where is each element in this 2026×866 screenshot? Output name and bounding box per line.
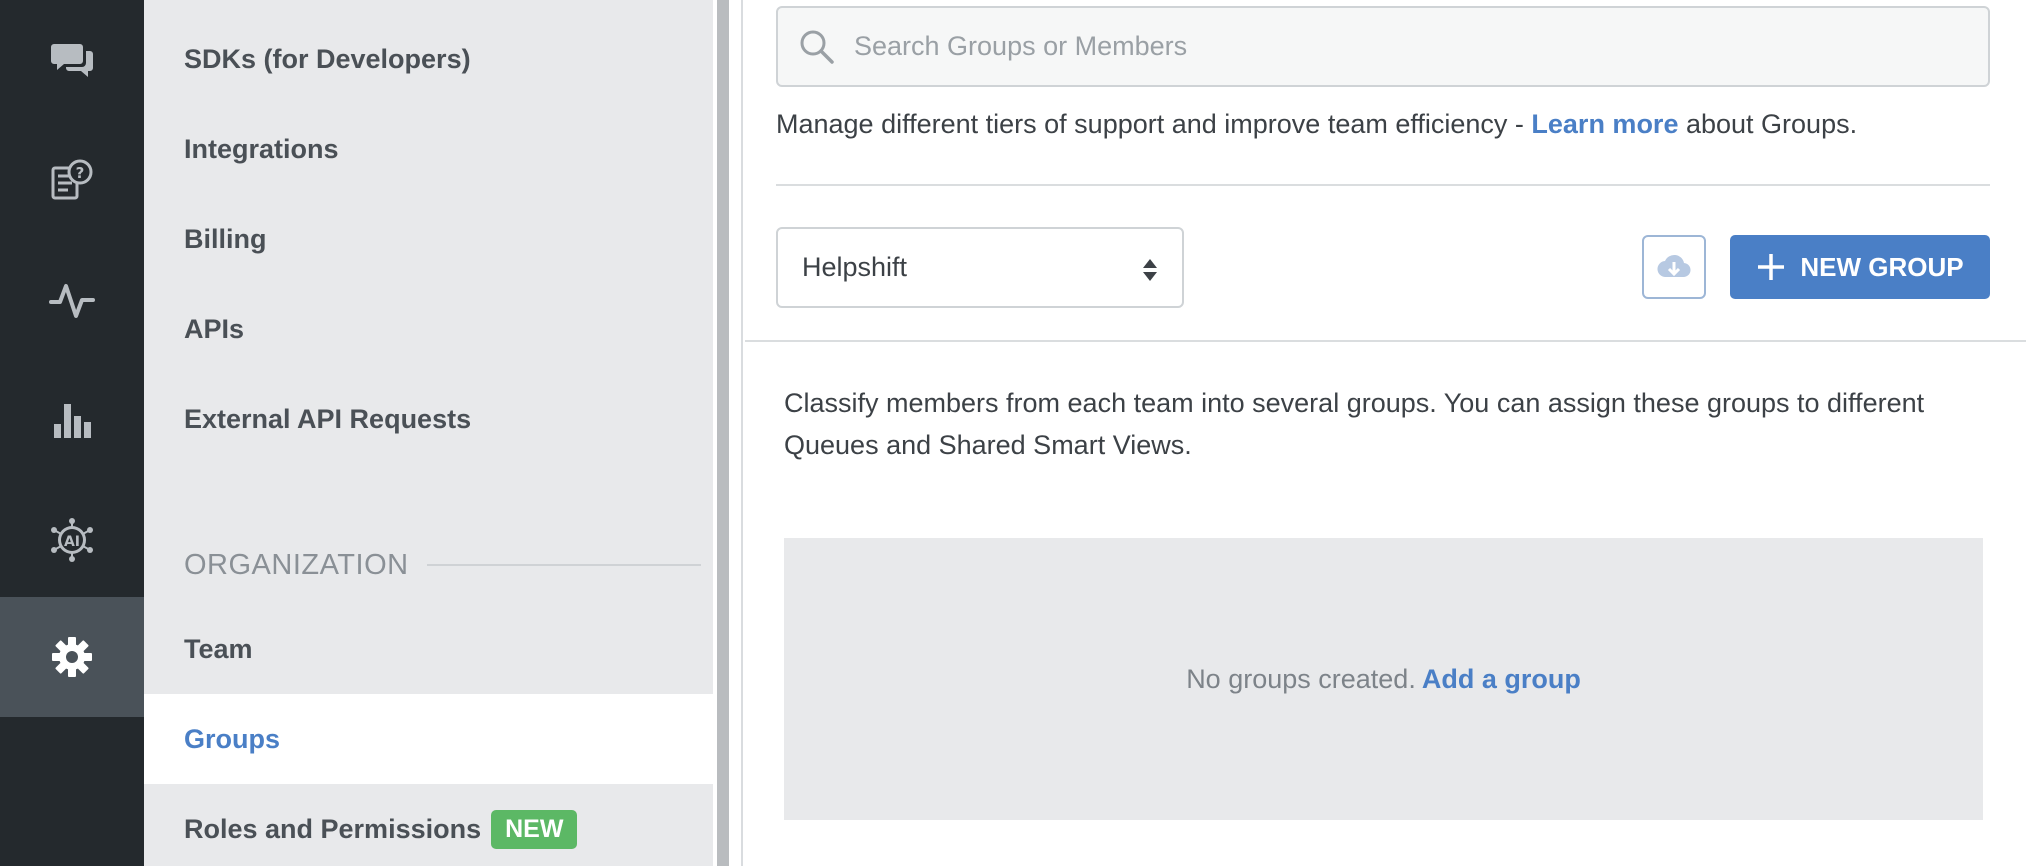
cloud-download-icon: [1657, 254, 1691, 278]
nav-section-label: ORGANIZATION: [184, 548, 409, 581]
nav-item-label: Billing: [184, 223, 267, 254]
analytics-icon: [54, 404, 91, 438]
nav-item-team[interactable]: Team: [144, 604, 713, 694]
groups-description: Classify members from each team into sev…: [784, 388, 1925, 460]
empty-state: No groups created. Add a group: [784, 538, 1983, 820]
rail-item-conversations[interactable]: [0, 0, 144, 120]
settings-nav: SDKs (for Developers) Integrations Billi…: [144, 0, 713, 866]
team-select-value: Helpshift: [802, 252, 908, 282]
svg-text:AI: AI: [64, 534, 80, 550]
nav-item-external-api-requests[interactable]: External API Requests: [144, 374, 713, 464]
faq-icon: ?: [51, 159, 93, 200]
ai-icon: AI: [51, 518, 93, 562]
nav-item-label: External API Requests: [184, 403, 472, 434]
nav-item-label: SDKs (for Developers): [184, 43, 471, 74]
intro-suffix: about Groups.: [1678, 109, 1858, 139]
chat-bubbles-icon: [51, 44, 93, 77]
nav-item-label: Integrations: [184, 133, 339, 164]
nav-item-apis[interactable]: APIs: [144, 284, 713, 374]
sort-arrows-icon: [1143, 259, 1157, 281]
new-group-button[interactable]: NEW GROUP: [1730, 235, 1990, 299]
divider: [745, 340, 2026, 342]
download-button[interactable]: [1642, 235, 1706, 299]
new-badge: NEW: [491, 809, 578, 849]
nav-item-label: Team: [184, 633, 253, 664]
rail-item-settings[interactable]: [0, 597, 144, 717]
learn-more-link[interactable]: Learn more: [1531, 109, 1678, 139]
nav-scrollbar[interactable]: [717, 0, 729, 866]
search-input[interactable]: [854, 31, 1954, 62]
intro-prefix: Manage different tiers of support and im…: [776, 109, 1532, 139]
gear-icon: [52, 637, 92, 677]
empty-state-text: No groups created.: [1186, 663, 1416, 694]
rail-item-analytics[interactable]: [0, 360, 144, 480]
rail-item-ai[interactable]: AI: [0, 480, 144, 600]
divider: [776, 184, 1990, 186]
svg-text:?: ?: [76, 164, 85, 182]
rail-item-activity[interactable]: [0, 240, 144, 360]
activity-icon: [49, 284, 95, 318]
nav-item-integrations[interactable]: Integrations: [144, 104, 713, 194]
search-icon: [800, 30, 834, 64]
nav-item-roles-and-permissions[interactable]: Roles and Permissions NEW: [144, 784, 713, 866]
nav-item-sdks[interactable]: SDKs (for Developers): [144, 14, 713, 104]
nav-item-billing[interactable]: Billing: [144, 194, 713, 284]
plus-icon: [1758, 254, 1785, 280]
nav-section-organization: ORGANIZATION: [184, 540, 701, 590]
nav-section-divider: [426, 564, 701, 566]
icon-rail: ? AI: [0, 0, 144, 866]
nav-item-label: Groups: [184, 723, 281, 754]
nav-item-label: APIs: [184, 313, 245, 344]
nav-item-groups[interactable]: Groups: [144, 694, 713, 784]
rail-item-faqs[interactable]: ?: [0, 120, 144, 240]
new-group-label: NEW GROUP: [1800, 251, 1964, 282]
app-window: ? AI SDKs (for Developers) Integrations …: [0, 0, 2026, 866]
add-group-link[interactable]: Add a group: [1422, 664, 1581, 695]
nav-item-label: Roles and Permissions: [184, 813, 482, 844]
panel-edge: [741, 0, 743, 866]
panel-separator: [713, 0, 745, 866]
groups-main-panel: Manage different tiers of support and im…: [745, 0, 2026, 866]
team-select[interactable]: Helpshift: [776, 227, 1184, 308]
groups-intro-text: Manage different tiers of support and im…: [776, 106, 1996, 142]
search-box[interactable]: [776, 6, 1990, 87]
